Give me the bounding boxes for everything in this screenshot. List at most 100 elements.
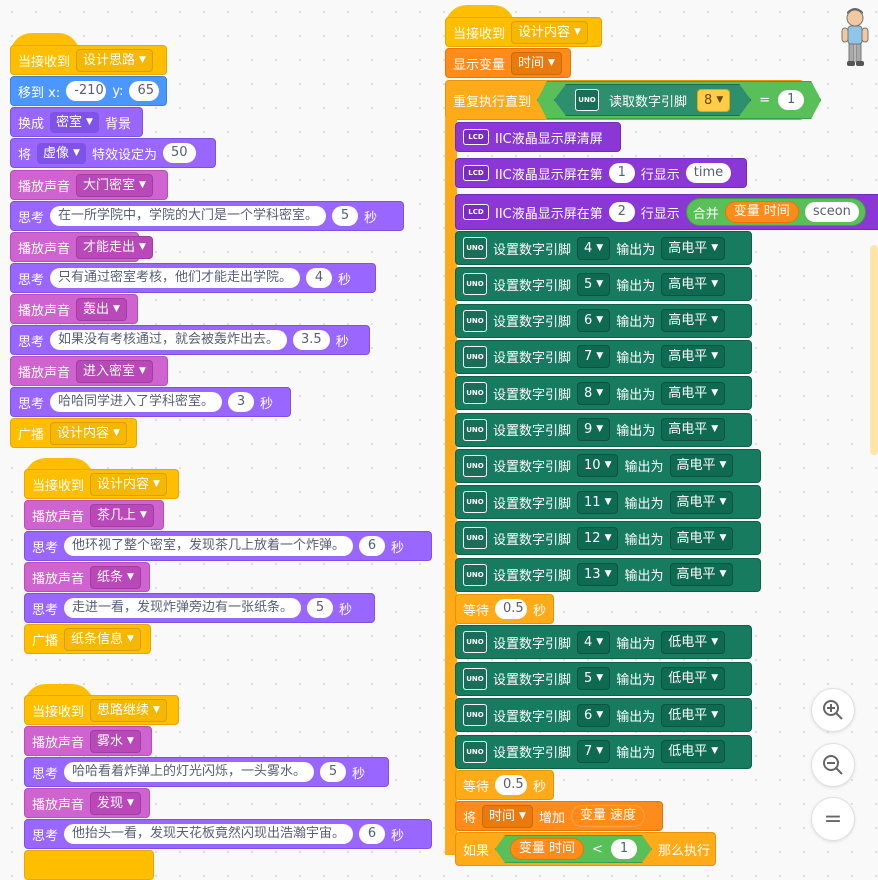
y-input[interactable]: 65 bbox=[129, 81, 159, 101]
wait-input[interactable]: 0.5 bbox=[495, 775, 527, 795]
goto-xy-block[interactable]: 移到 x: -210 y: 65 bbox=[10, 76, 167, 106]
sound-dropdown[interactable]: 进入密室 ▼ bbox=[76, 359, 153, 383]
think-for-secs-block[interactable]: 思考 他抬头一看，发现天花板竟然闪现出浩瀚宇宙。 6 秒 bbox=[24, 819, 432, 849]
think-for-secs-block[interactable]: 思考 哈哈同学进入了学科密室。 3 秒 bbox=[10, 387, 291, 417]
level-dropdown[interactable]: 高电平 ▼ bbox=[661, 309, 726, 333]
read-digital-reporter[interactable]: UNO 读取数字引脚 8 ▼ bbox=[554, 84, 751, 116]
set-digital-pin-block[interactable]: UNO 设置数字引脚 8 ▼ 输出为 高电平 ▼ bbox=[455, 376, 752, 411]
sound-dropdown[interactable]: 纸条 ▼ bbox=[90, 565, 141, 589]
play-sound-block[interactable]: 播放声音 发现 ▼ bbox=[24, 788, 150, 818]
play-sound-block[interactable]: 播放声音 大门密室 ▼ bbox=[10, 170, 168, 200]
broadcast-block[interactable]: 广播 纸条信息 ▼ bbox=[24, 624, 151, 654]
if-block[interactable]: 如果 变量 时间 < 1 那么执行 bbox=[455, 832, 716, 866]
lcd-print-row-block[interactable]: LCD IIC液晶显示屏在第 1 行显示 time bbox=[455, 158, 747, 188]
variable-reporter[interactable]: 变量 时间 bbox=[724, 201, 799, 223]
sprite-thumbnail[interactable] bbox=[838, 6, 872, 68]
message-input[interactable]: 在一所学院中，学院的大门是一个学科密室。 bbox=[50, 206, 327, 226]
row-input[interactable]: 1 bbox=[608, 163, 635, 183]
sound-dropdown[interactable]: 轰出 ▼ bbox=[76, 297, 127, 321]
sound-dropdown[interactable]: 雾水 ▼ bbox=[90, 729, 141, 753]
think-for-secs-block[interactable]: 思考 在一所学院中，学院的大门是一个学科密室。 5 秒 bbox=[10, 201, 404, 231]
set-digital-pin-block[interactable]: UNO 设置数字引脚 7 ▼ 输出为 高电平 ▼ bbox=[455, 339, 752, 374]
row-input[interactable]: 2 bbox=[608, 202, 635, 222]
broadcast-block[interactable]: 广播 设计内容 ▼ bbox=[10, 418, 137, 448]
level-dropdown[interactable]: 高电平 ▼ bbox=[661, 418, 726, 441]
level-dropdown[interactable]: 高电平 ▼ bbox=[661, 272, 726, 296]
set-digital-pin-block[interactable]: UNO 设置数字引脚 7 ▼ 输出为 低电平 ▼ bbox=[455, 734, 752, 769]
sound-dropdown[interactable]: 才能走出 ▼ bbox=[76, 235, 153, 259]
level-dropdown[interactable]: 低电平 ▼ bbox=[661, 703, 726, 727]
pin-dropdown[interactable]: 10 ▼ bbox=[577, 454, 619, 478]
message-input[interactable]: 哈哈同学进入了学科密室。 bbox=[50, 392, 223, 412]
message-dropdown[interactable]: 设计内容 ▼ bbox=[90, 472, 167, 496]
set-digital-pin-block[interactable]: UNO 设置数字引脚 11 ▼ 输出为 高电平 ▼ bbox=[455, 485, 761, 520]
play-sound-block[interactable]: 播放声音 茶几上 ▼ bbox=[24, 500, 164, 530]
when-receive-block[interactable]: 当接收到 设计内容 ▼ bbox=[24, 469, 179, 499]
pin-dropdown[interactable]: 4 ▼ bbox=[577, 236, 611, 260]
level-dropdown[interactable]: 低电平 ▼ bbox=[661, 667, 726, 690]
play-sound-block[interactable]: 播放声音 纸条 ▼ bbox=[24, 562, 150, 592]
when-receive-block[interactable]: 当接收到 思路继续 ▼ bbox=[24, 695, 179, 725]
think-for-secs-block[interactable]: 思考 走进一看，发现炸弹旁边有一张纸条。 5 秒 bbox=[24, 593, 375, 623]
wait-block[interactable]: 等待 0.5 秒 bbox=[455, 594, 554, 624]
pin-dropdown[interactable]: 6 ▼ bbox=[577, 703, 611, 727]
pin-dropdown[interactable]: 11 ▼ bbox=[577, 490, 619, 514]
seconds-input[interactable]: 5 bbox=[307, 598, 334, 618]
pin-dropdown[interactable]: 6 ▼ bbox=[577, 309, 611, 333]
backdrop-dropdown[interactable]: 密室 ▼ bbox=[50, 111, 99, 133]
pin-dropdown[interactable]: 13 ▼ bbox=[577, 563, 619, 587]
set-digital-pin-block[interactable]: UNO 设置数字引脚 10 ▼ 输出为 高电平 ▼ bbox=[455, 448, 761, 483]
set-effect-block[interactable]: 将 虚像 ▼ 特效设定为 50 bbox=[10, 138, 216, 168]
seconds-input[interactable]: 3 bbox=[228, 392, 255, 412]
variable-reporter[interactable]: 变量 时间 bbox=[510, 838, 584, 860]
message-dropdown[interactable]: 思路继续 ▼ bbox=[90, 698, 167, 722]
level-dropdown[interactable]: 高电平 ▼ bbox=[669, 490, 734, 514]
text-input[interactable]: sceon bbox=[804, 202, 859, 222]
pin-dropdown[interactable]: 7 ▼ bbox=[577, 345, 611, 369]
set-digital-pin-block[interactable]: UNO 设置数字引脚 9 ▼ 输出为 高电平 ▼ bbox=[455, 412, 752, 447]
wait-input[interactable]: 0.5 bbox=[495, 599, 527, 619]
message-dropdown[interactable]: 设计思路 ▼ bbox=[76, 48, 153, 72]
sound-dropdown[interactable]: 发现 ▼ bbox=[90, 791, 141, 815]
zoom-out-button[interactable] bbox=[811, 743, 855, 787]
switch-backdrop-block[interactable]: 换成 密室 ▼ 背景 bbox=[10, 107, 143, 137]
seconds-input[interactable]: 6 bbox=[359, 536, 386, 556]
x-input[interactable]: -210 bbox=[66, 81, 107, 101]
broadcast-dropdown[interactable]: 设计内容 ▼ bbox=[50, 421, 127, 445]
level-dropdown[interactable]: 高电平 ▼ bbox=[669, 526, 734, 550]
think-for-secs-block[interactable]: 思考 只有通过密室考核，他们才能走出学院。 4 秒 bbox=[10, 263, 376, 293]
compare-value-input[interactable]: 1 bbox=[611, 839, 637, 859]
variable-reporter[interactable]: 变量 速度 bbox=[570, 805, 645, 827]
effect-value-input[interactable]: 50 bbox=[162, 143, 196, 163]
level-dropdown[interactable]: 高电平 ▼ bbox=[661, 345, 726, 369]
seconds-input[interactable]: 5 bbox=[332, 206, 359, 226]
text-input[interactable]: time bbox=[685, 163, 732, 183]
show-variable-block[interactable]: 显示变量 时间 ▼ bbox=[445, 48, 571, 78]
pin-dropdown[interactable]: 12 ▼ bbox=[577, 526, 619, 550]
play-sound-block[interactable]: 播放声音 雾水 ▼ bbox=[24, 726, 152, 756]
think-for-secs-block[interactable]: 思考 他环视了整个密室，发现茶几上放着一个炸弹。 6 秒 bbox=[24, 531, 432, 561]
variable-dropdown[interactable]: 时间 ▼ bbox=[511, 51, 562, 75]
play-sound-block[interactable]: 播放声音 进入密室 ▼ bbox=[10, 356, 168, 386]
broadcast-dropdown[interactable]: 纸条信息 ▼ bbox=[64, 627, 141, 651]
message-input[interactable]: 如果没有考核通过，就会被轰炸出去。 bbox=[50, 330, 288, 350]
set-digital-pin-block[interactable]: UNO 设置数字引脚 6 ▼ 输出为 低电平 ▼ bbox=[455, 698, 752, 732]
message-input[interactable]: 他环视了整个密室，发现茶几上放着一个炸弹。 bbox=[64, 536, 354, 556]
message-dropdown[interactable]: 设计内容 ▼ bbox=[511, 20, 588, 44]
think-for-secs-block[interactable]: 思考 如果没有考核通过，就会被轰炸出去。 3.5 秒 bbox=[10, 325, 370, 355]
play-sound-block[interactable]: 播放声音 轰出 ▼ bbox=[10, 294, 138, 324]
level-dropdown[interactable]: 高电平 ▼ bbox=[669, 563, 734, 587]
set-digital-pin-block[interactable]: UNO 设置数字引脚 13 ▼ 输出为 高电平 ▼ bbox=[455, 557, 761, 592]
join-operator[interactable]: 合并 变量 时间 sceon bbox=[685, 198, 866, 226]
change-variable-block[interactable]: 将 时间 ▼ 增加 变量 速度 bbox=[455, 801, 663, 831]
pin-dropdown[interactable]: 8 ▼ bbox=[697, 89, 730, 112]
sound-dropdown[interactable]: 茶几上 ▼ bbox=[90, 503, 154, 527]
message-input[interactable]: 他抬头一看，发现天花板竟然闪现出浩瀚宇宙。 bbox=[64, 824, 354, 844]
variable-dropdown[interactable]: 时间 ▼ bbox=[482, 804, 533, 828]
when-receive-block[interactable]: 当接收到 设计思路 ▼ bbox=[10, 45, 167, 75]
level-dropdown[interactable]: 高电平 ▼ bbox=[669, 454, 734, 478]
lcd-clear-block[interactable]: LCD IIC液晶显示屏清屏 bbox=[455, 122, 621, 152]
seconds-input[interactable]: 4 bbox=[306, 268, 333, 288]
sound-dropdown[interactable]: 大门密室 ▼ bbox=[76, 173, 153, 197]
equals-operator[interactable]: UNO 读取数字引脚 8 ▼ = 1 bbox=[537, 81, 821, 119]
